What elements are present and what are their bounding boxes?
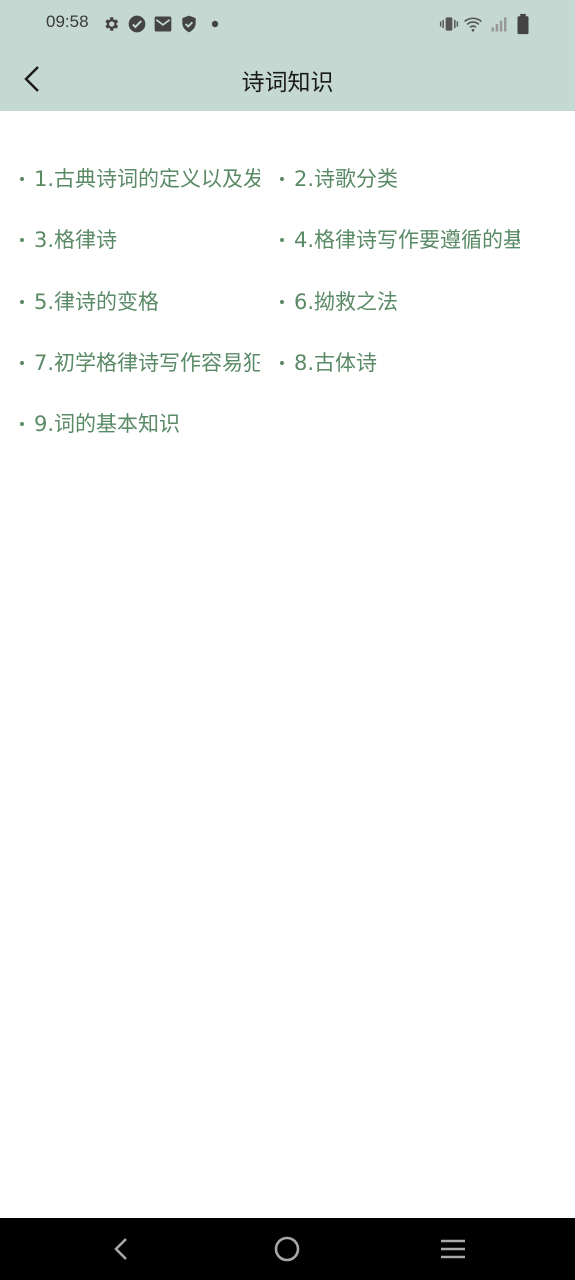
- topic-label: 8.古体诗: [294, 350, 378, 375]
- shield-check-icon: [178, 13, 200, 35]
- status-bar: 09:58: [0, 0, 575, 48]
- topic-item[interactable]: 9.词的基本知识: [20, 404, 280, 444]
- system-nav-bar: [0, 1218, 575, 1280]
- nav-menu-button[interactable]: [436, 1232, 470, 1266]
- bullet-icon: [280, 177, 284, 181]
- bullet-icon: [280, 238, 284, 243]
- bullet-icon: [20, 360, 24, 365]
- status-time: 09:58: [46, 12, 89, 31]
- battery-icon: [512, 13, 534, 35]
- mail-icon: [152, 13, 174, 35]
- wifi-icon: [462, 13, 484, 35]
- bullet-icon: [280, 360, 284, 365]
- topic-label: 1.古典诗词的定义以及发展: [34, 167, 260, 191]
- topic-item[interactable]: 7.初学格律诗写作容易犯的错误: [20, 343, 280, 383]
- topic-item[interactable]: 8.古体诗: [280, 343, 540, 383]
- topic-label: 2.诗歌分类: [294, 167, 399, 191]
- dot-icon: [204, 13, 226, 35]
- topic-label: 6.拗救之法: [294, 289, 399, 314]
- menu-lines-icon: [441, 1239, 465, 1259]
- gear-icon: [100, 13, 122, 35]
- topic-item[interactable]: 3.格律诗: [20, 220, 280, 260]
- bullet-icon: [20, 299, 24, 304]
- content-area: 1.古典诗词的定义以及发展 2.诗歌分类 3.格律诗 4.格律诗写作要遵循的基本…: [0, 111, 575, 1218]
- cell-signal-icon: [488, 13, 510, 35]
- bullet-icon: [20, 238, 24, 243]
- check-circle-icon: [126, 13, 148, 35]
- topic-item[interactable]: 2.诗歌分类: [280, 159, 540, 199]
- nav-back-button[interactable]: [104, 1232, 138, 1266]
- bullet-icon: [20, 422, 24, 427]
- bullet-icon: [20, 177, 24, 181]
- back-triangle-icon: [114, 1238, 127, 1260]
- toolbar: 诗词知识: [0, 48, 575, 111]
- topic-item[interactable]: 6.拗救之法: [280, 282, 540, 322]
- topic-item[interactable]: 4.格律诗写作要遵循的基本规则: [280, 220, 540, 260]
- screen: 09:58 诗词知识 1.古典诗词的定义以及发展 2.诗歌分类 3.格律诗 4.…: [0, 0, 575, 1280]
- page-title: 诗词知识: [241, 70, 334, 96]
- topic-label: 3.格律诗: [34, 228, 118, 253]
- topic-item[interactable]: 5.律诗的变格: [20, 282, 280, 322]
- topic-label: 9.词的基本知识: [34, 412, 181, 437]
- topic-label: 4.格律诗写作要遵循的基本规则: [294, 228, 520, 253]
- app-header: 09:58 诗词知识: [0, 0, 575, 111]
- bullet-icon: [280, 299, 284, 304]
- nav-home-button[interactable]: [270, 1232, 304, 1266]
- home-circle-icon: [274, 1236, 300, 1262]
- topic-label: 7.初学格律诗写作容易犯的错误: [34, 350, 260, 375]
- topic-item[interactable]: 1.古典诗词的定义以及发展: [20, 159, 280, 199]
- topic-label: 5.律诗的变格: [34, 289, 160, 314]
- topic-list: 1.古典诗词的定义以及发展 2.诗歌分类 3.格律诗 4.格律诗写作要遵循的基本…: [20, 159, 540, 465]
- vibrate-icon: [438, 13, 460, 35]
